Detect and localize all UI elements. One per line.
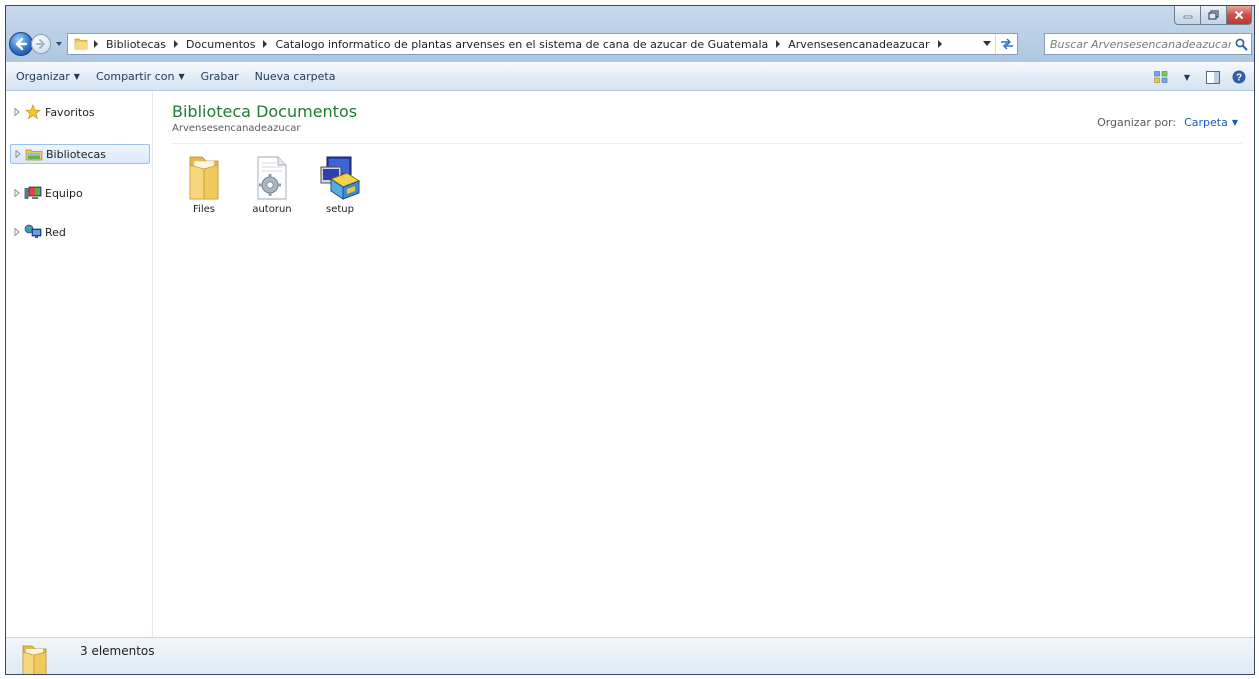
command-bar-right: ▼ ? <box>1148 66 1252 88</box>
page-title: Biblioteca Documentos <box>172 102 358 121</box>
breadcrumb-separator[interactable] <box>771 37 785 51</box>
breadcrumb-separator[interactable] <box>258 37 272 51</box>
nav-item-label: Favoritos <box>45 105 95 119</box>
refresh-icon <box>1000 38 1013 50</box>
address-dropdown-button[interactable] <box>979 34 995 54</box>
header-divider <box>172 143 1242 144</box>
close-icon <box>1234 10 1244 20</box>
nav-item-label: Red <box>45 225 66 239</box>
arrange-by-control: Organizar por: Carpeta ▼ <box>1097 116 1238 129</box>
nav-item-red[interactable]: Red <box>10 222 150 242</box>
close-button[interactable] <box>1227 6 1252 25</box>
search-input[interactable] <box>1045 37 1231 51</box>
setup-program-icon <box>316 154 364 202</box>
help-icon: ? <box>1232 70 1246 84</box>
restore-icon <box>1208 10 1219 20</box>
forward-button[interactable] <box>31 34 51 54</box>
arrow-left-icon <box>15 37 28 51</box>
content-pane: Biblioteca Documentos Arvensesencanadeaz… <box>154 92 1254 637</box>
change-view-button[interactable] <box>1148 66 1174 88</box>
nav-item-equipo[interactable]: Equipo <box>10 183 150 203</box>
config-file-icon <box>248 154 296 202</box>
computer-icon <box>24 185 42 201</box>
svg-text:?: ? <box>1236 73 1242 84</box>
breadcrumb-separator[interactable] <box>89 37 103 51</box>
chevron-down-icon: ▼ <box>73 72 80 81</box>
libraries-icon <box>25 146 43 162</box>
burn-button[interactable]: Grabar <box>193 66 247 88</box>
breadcrumb-separator[interactable] <box>169 37 183 51</box>
recent-pages-dropdown[interactable] <box>54 39 64 49</box>
nav-item-label: Equipo <box>45 186 83 200</box>
chevron-right-icon <box>94 40 98 48</box>
expand-arrow-icon[interactable] <box>12 227 22 237</box>
file-label: autorun <box>252 204 292 215</box>
nav-item-favoritos[interactable]: Favoritos <box>10 102 150 122</box>
preview-pane-button[interactable] <box>1200 66 1226 88</box>
arrange-by-dropdown[interactable]: Carpeta <box>1184 116 1228 129</box>
address-bar[interactable]: Bibliotecas Documentos Catalogo informat… <box>67 33 1018 55</box>
chevron-right-icon <box>776 40 781 48</box>
item-count: 3 elementos <box>80 644 155 658</box>
breadcrumb-arvenses[interactable]: Arvensesencanadeazucar <box>785 38 932 51</box>
details-pane: 3 elementos <box>6 637 1254 674</box>
preview-pane-icon <box>1206 70 1220 84</box>
folder-icon <box>180 154 228 202</box>
navigation-pane: Favoritos Bibliotecas Equipo Red <box>6 92 153 637</box>
nav-item-label: Bibliotecas <box>46 147 107 161</box>
help-button[interactable]: ? <box>1226 66 1252 88</box>
command-bar: Organizar ▼ Compartir con ▼ Grabar Nueva… <box>6 62 1254 91</box>
view-options-dropdown[interactable]: ▼ <box>1174 66 1200 88</box>
chevron-down-icon: ▼ <box>178 72 185 81</box>
folder-icon <box>22 645 47 674</box>
chevron-down-icon: ▼ <box>1183 72 1191 82</box>
file-label: setup <box>326 204 354 215</box>
organize-label: Organizar <box>16 70 70 83</box>
chevron-right-icon <box>263 40 268 48</box>
breadcrumb-documentos[interactable]: Documentos <box>183 38 258 51</box>
file-item-autorun[interactable]: autorun <box>242 154 302 216</box>
expand-arrow-icon[interactable] <box>12 188 22 198</box>
minimize-icon <box>1183 15 1192 19</box>
breadcrumb-bibliotecas[interactable]: Bibliotecas <box>103 38 169 51</box>
refresh-button[interactable] <box>995 34 1017 54</box>
nav-item-bibliotecas[interactable]: Bibliotecas <box>10 144 150 164</box>
expand-arrow-icon[interactable] <box>13 149 23 159</box>
breadcrumb-separator[interactable] <box>933 37 947 51</box>
file-item-files[interactable]: Files <box>174 154 234 216</box>
chevron-right-icon <box>174 40 179 48</box>
share-with-label: Compartir con <box>95 70 175 83</box>
explorer-window: Bibliotecas Documentos Catalogo informat… <box>5 5 1255 675</box>
share-with-button[interactable]: Compartir con ▼ <box>88 66 193 88</box>
search-box <box>1044 33 1252 55</box>
burn-label: Grabar <box>200 70 239 83</box>
chevron-down-icon[interactable]: ▼ <box>1232 118 1238 127</box>
chevron-down-icon <box>983 41 991 46</box>
new-folder-button[interactable]: Nueva carpeta <box>247 66 344 88</box>
breadcrumb-catalogo[interactable]: Catalogo informatico de plantas arvenses… <box>272 38 771 51</box>
arrow-right-icon <box>36 39 45 49</box>
organize-button[interactable]: Organizar ▼ <box>8 66 88 88</box>
search-icon[interactable] <box>1231 34 1251 54</box>
library-header: Biblioteca Documentos Arvensesencanadeaz… <box>172 102 357 134</box>
chevron-right-icon <box>937 40 942 48</box>
network-icon <box>24 224 42 240</box>
view-options-icon <box>1154 71 1168 83</box>
minimize-button[interactable] <box>1174 6 1201 25</box>
expand-arrow-icon[interactable] <box>12 107 22 117</box>
file-item-setup[interactable]: setup <box>310 154 370 216</box>
folder-icon <box>74 38 88 50</box>
caption-buttons <box>1174 6 1252 25</box>
arrange-by-label: Organizar por: <box>1097 116 1177 129</box>
new-folder-label: Nueva carpeta <box>254 70 336 83</box>
star-icon <box>24 104 42 120</box>
title-bar: Bibliotecas Documentos Catalogo informat… <box>6 6 1254 62</box>
file-label: Files <box>193 204 215 215</box>
page-subtitle: Arvensesencanadeazucar <box>172 123 301 134</box>
navigation-row: Bibliotecas Documentos Catalogo informat… <box>9 31 1252 57</box>
restore-button[interactable] <box>1201 6 1227 25</box>
back-button[interactable] <box>9 32 33 56</box>
chevron-down-icon <box>56 42 62 46</box>
